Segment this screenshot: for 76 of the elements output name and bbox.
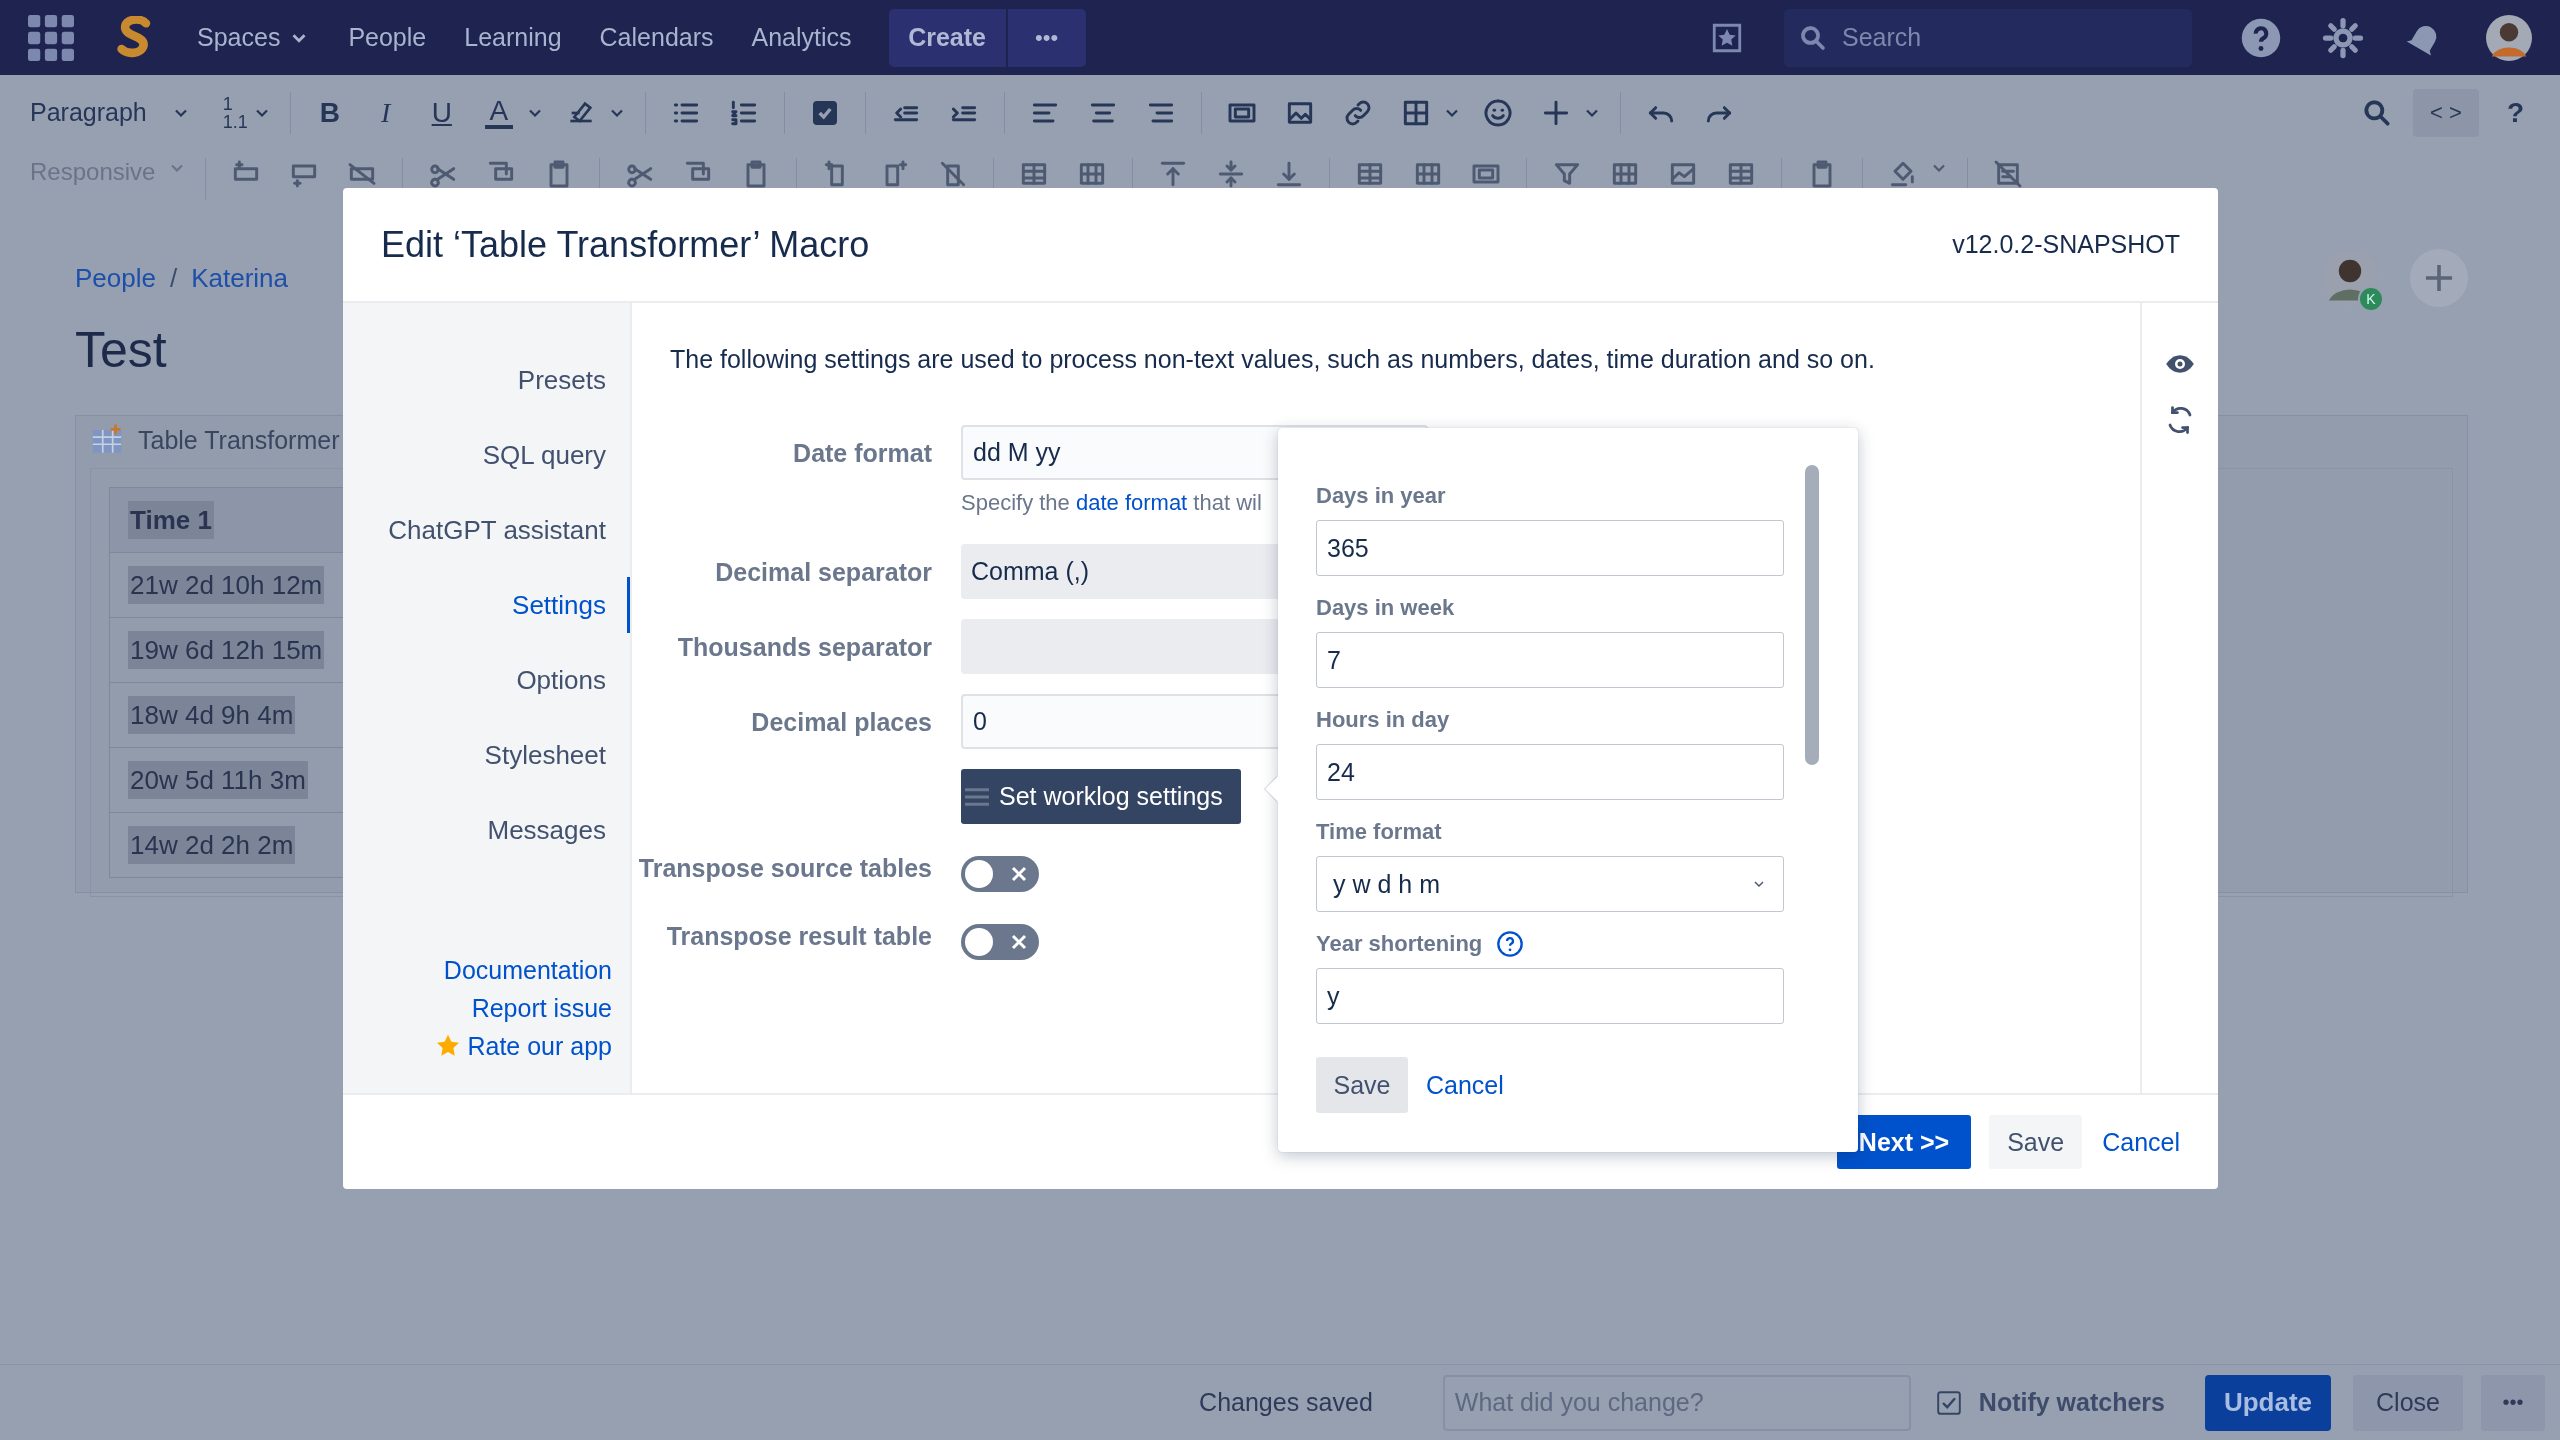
table-cell: 18w 4d 9h 4m (128, 695, 296, 734)
help-button[interactable]: ? (2506, 96, 2524, 129)
field-label: Days in year (1316, 483, 1446, 509)
scrollbar[interactable] (1805, 465, 1819, 765)
toggle-label: Transpose result table (665, 921, 932, 952)
nav-link[interactable]: Analytics (732, 23, 871, 52)
help-link[interactable]: Documentation (443, 951, 612, 989)
help-link[interactable]: Report issue (471, 989, 612, 1027)
format-button[interactable]: B (308, 96, 351, 129)
settings-icon[interactable] (2322, 16, 2364, 59)
add-icon[interactable] (2410, 249, 2468, 307)
dialog-title: Edit ‘Table Transformer’ Macro (381, 223, 870, 266)
input-field[interactable]: y (1316, 968, 1784, 1024)
worklog-settings-button[interactable]: Set worklog settings (961, 769, 1241, 824)
field-label: Date format (792, 437, 932, 469)
app-grid-icon[interactable] (28, 14, 74, 61)
nav-link[interactable]: Spaces (178, 23, 330, 52)
table-cell: 21w 2d 10h 12m (128, 565, 325, 604)
update-button[interactable]: Update (2205, 1374, 2331, 1431)
paragraph-style-dropdown[interactable]: Paragraph (30, 98, 147, 127)
format-button[interactable]: A (484, 96, 513, 129)
intro-text: The following settings are used to process non-text values, such as numbers, dates, time duration and so on. (670, 345, 1876, 374)
sidebar-tab[interactable]: Presets (517, 343, 630, 418)
macro-title: Table Transformer (138, 425, 340, 455)
save-button[interactable]: Save (1989, 1115, 2083, 1169)
format-button[interactable]: U (420, 96, 463, 129)
notify-watchers-label: Notify watchers (1978, 1388, 2165, 1417)
nav-link[interactable]: People (329, 23, 446, 52)
table-cell: 20w 5d 11h 3m (128, 760, 308, 799)
sidebar-tab[interactable]: Stylesheet (484, 718, 630, 793)
table-header: Time 1 (128, 500, 214, 539)
more-button[interactable]: ••• (2481, 1374, 2545, 1431)
table-cell: 19w 6d 12h 15m (128, 630, 325, 669)
page-title: Test (75, 321, 167, 379)
source-code-button[interactable]: < > (2412, 88, 2479, 137)
rate-app-link[interactable]: Rate our app (467, 1027, 612, 1065)
save-button[interactable]: Save (1316, 1057, 1408, 1113)
checkbox[interactable] (1936, 1390, 1961, 1415)
sidebar-tab[interactable]: Messages (487, 793, 630, 868)
save-status: Changes saved (1199, 1388, 1373, 1417)
avatar-icon[interactable] (2486, 14, 2532, 61)
user-initial-badge: K (2358, 286, 2384, 312)
field-label: Decimal separator (714, 556, 932, 588)
menu-icon (965, 786, 989, 807)
search-field[interactable]: Search (1784, 8, 2192, 67)
input-field[interactable]: 7 (1316, 632, 1784, 688)
create-button[interactable]: Create (888, 8, 1006, 67)
sidebar-tab[interactable]: ChatGPT assistant (388, 493, 630, 568)
cancel-link[interactable]: Cancel (1426, 1070, 1504, 1100)
help-icon[interactable] (1496, 930, 1525, 958)
nav-link[interactable]: Learning (445, 23, 581, 52)
table-cell: 14w 2d 2h 2m (128, 825, 296, 864)
toggle-switch[interactable] (961, 856, 1039, 892)
select-field[interactable]: y w d h m (1316, 856, 1784, 912)
field-label: Decimal places (750, 706, 932, 738)
field-label: Thousands separator (676, 631, 932, 663)
input-field[interactable]: 24 (1316, 744, 1784, 800)
nav-link[interactable]: Calendars (580, 23, 733, 52)
breadcrumb-separator: / (169, 262, 178, 294)
close-button[interactable]: Close (2353, 1374, 2463, 1431)
sidebar-tab[interactable]: Settings (512, 577, 630, 633)
line-spacing-button[interactable]: 1 1.1 (222, 94, 248, 131)
field-label: Year shortening (1316, 931, 1483, 957)
more-button[interactable]: ••• (1005, 8, 1086, 67)
sidebar-tab[interactable]: Options (516, 643, 630, 718)
version-label: v12.0.2-SNAPSHOT (1952, 230, 2180, 259)
toggle-label: Transpose source tables (637, 853, 932, 884)
comment-field[interactable]: What did you change? (1442, 1374, 1911, 1431)
date-format-link[interactable]: date format (1075, 490, 1188, 515)
toggle-switch[interactable] (961, 924, 1039, 960)
sidebar-tab[interactable]: SQL query (482, 418, 630, 493)
help-icon[interactable] (2240, 16, 2282, 59)
format-button[interactable]: I (364, 96, 407, 129)
input-field[interactable]: 365 (1316, 520, 1784, 576)
field-label: Time format (1316, 819, 1442, 845)
cancel-link[interactable]: Cancel (2102, 1127, 2180, 1157)
